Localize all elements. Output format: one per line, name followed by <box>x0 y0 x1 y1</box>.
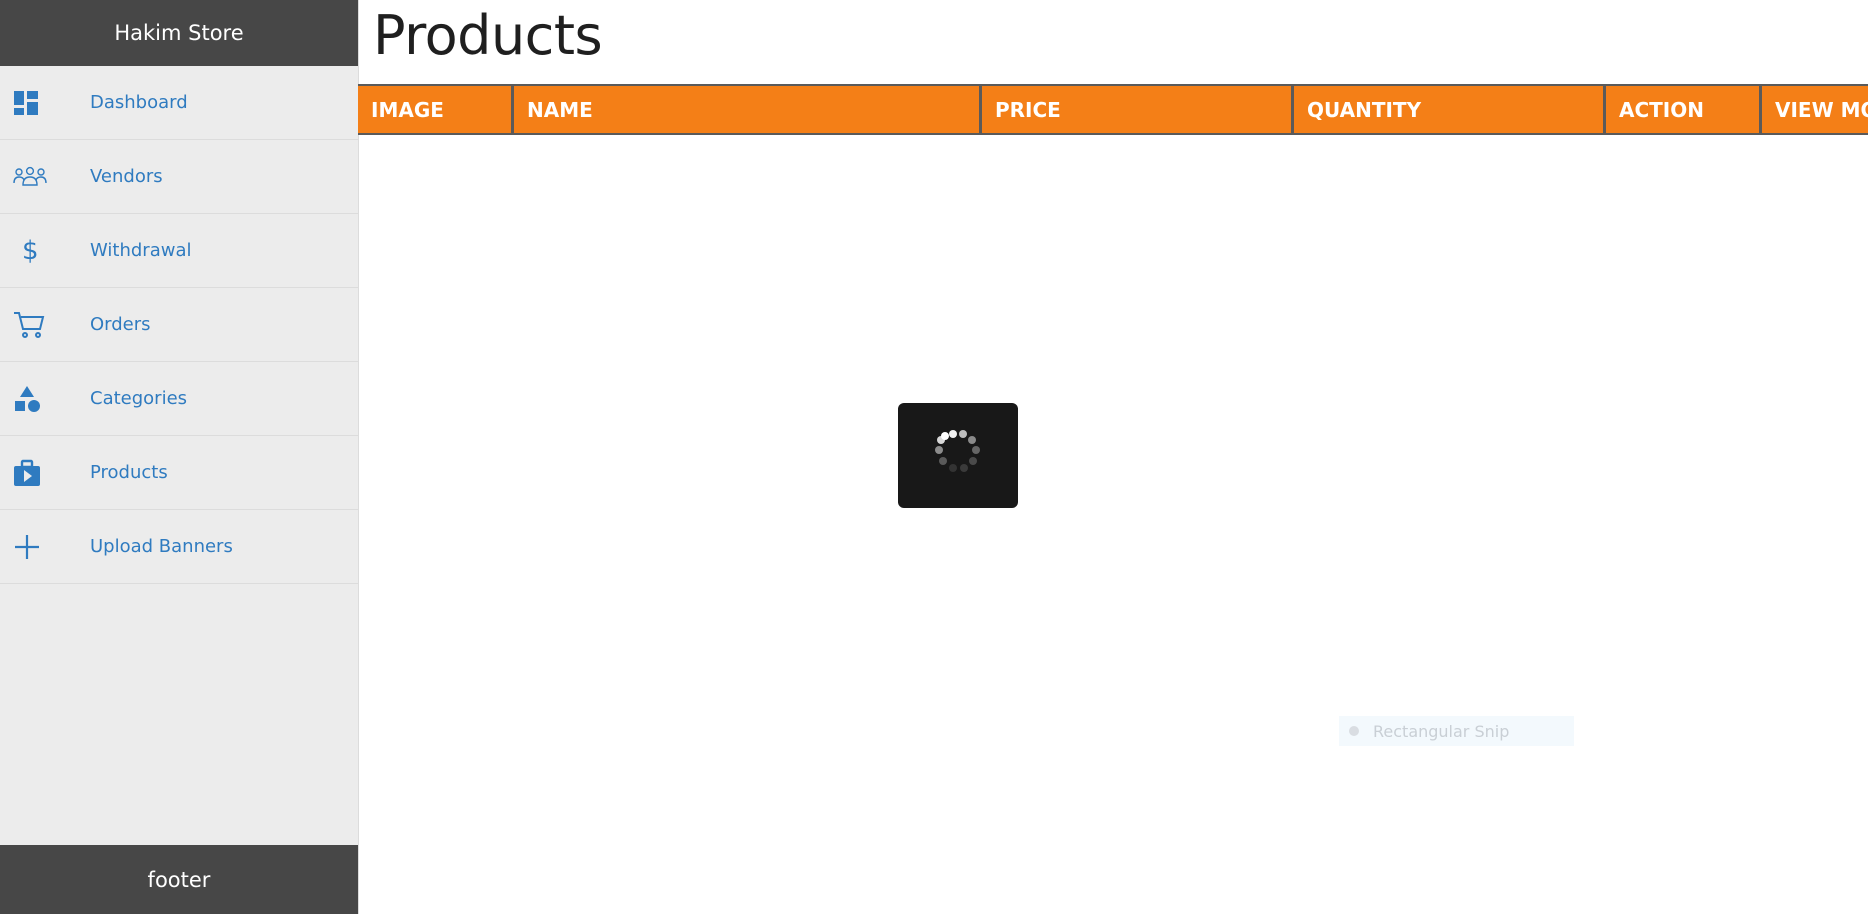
plus-icon <box>0 533 90 561</box>
sidebar-item-label: Dashboard <box>90 92 188 113</box>
sidebar-item-label: Withdrawal <box>90 240 192 261</box>
page-title: Products <box>373 4 603 67</box>
sidebar-item-label: Orders <box>90 314 151 335</box>
sidebar: Hakim Store Dashboard Vendors $ Withdraw… <box>0 0 359 914</box>
column-header-quantity[interactable]: QUANTITY <box>1294 86 1606 133</box>
column-header-name[interactable]: NAME <box>514 86 982 133</box>
dollar-icon: $ <box>22 235 39 266</box>
sidebar-footer: footer <box>0 845 358 914</box>
sidebar-item-label: Vendors <box>90 166 163 187</box>
main-content: Products IMAGE NAME PRICE QUANTITY ACTIO… <box>358 0 1868 914</box>
sidebar-item-categories[interactable]: Categories <box>0 362 358 436</box>
sidebar-item-label: Upload Banners <box>90 536 233 557</box>
sidebar-item-vendors[interactable]: Vendors <box>0 140 358 214</box>
cart-icon <box>0 311 90 339</box>
sidebar-title: Hakim Store <box>0 0 358 66</box>
snip-dot-icon <box>1349 726 1359 736</box>
spinner-icon <box>935 430 980 472</box>
loading-spinner <box>898 403 1018 508</box>
sidebar-item-withdrawal[interactable]: $ Withdrawal <box>0 214 358 288</box>
products-table-header: IMAGE NAME PRICE QUANTITY ACTION VIEW MO… <box>358 84 1868 135</box>
column-header-action[interactable]: ACTION <box>1606 86 1762 133</box>
sidebar-item-orders[interactable]: Orders <box>0 288 358 362</box>
dashboard-icon <box>0 90 90 116</box>
sidebar-item-dashboard[interactable]: Dashboard <box>0 66 358 140</box>
snip-label: Rectangular Snip <box>1373 721 1510 741</box>
column-header-view-more[interactable]: VIEW MORE <box>1762 86 1868 133</box>
column-header-image[interactable]: IMAGE <box>358 86 514 133</box>
sidebar-item-label: Categories <box>90 388 188 409</box>
sidebar-item-products[interactable]: Products <box>0 436 358 510</box>
briefcase-play-icon <box>0 459 90 487</box>
vendors-icon <box>0 166 90 188</box>
shapes-icon <box>0 385 90 413</box>
sidebar-item-label: Products <box>90 462 168 483</box>
rectangular-snip-tooltip: Rectangular Snip <box>1339 716 1574 746</box>
column-header-price[interactable]: PRICE <box>982 86 1294 133</box>
sidebar-item-upload-banners[interactable]: Upload Banners <box>0 510 358 584</box>
